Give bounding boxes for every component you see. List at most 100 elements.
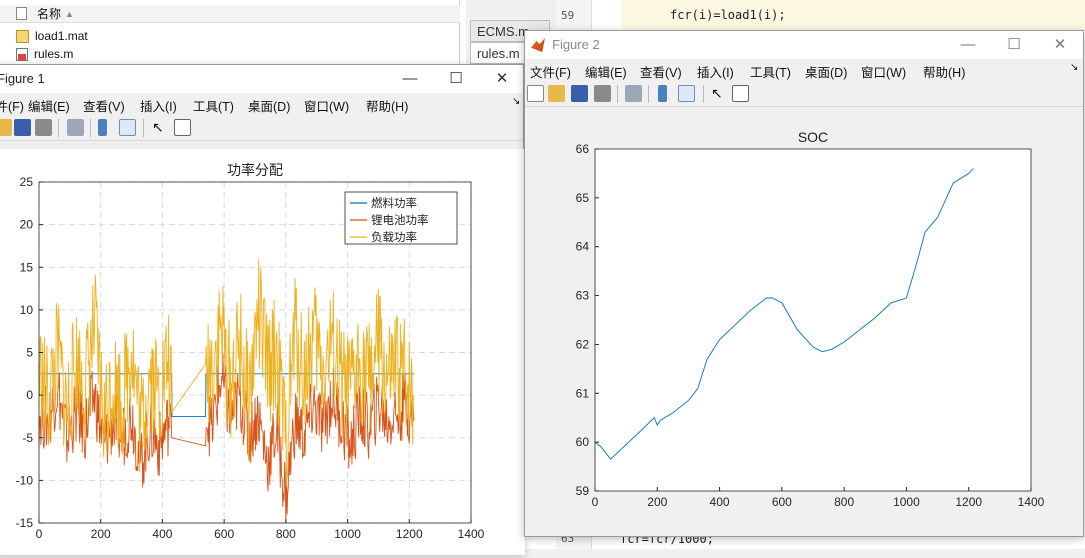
x-tick-label: 400: [152, 527, 172, 541]
property-inspector-icon[interactable]: [732, 85, 749, 102]
soc-chart[interactable]: 0 200 400 600 800 1000 1200 1400 59 60 61 62 63 64 65 6…: [525, 108, 1083, 536]
colorbar-icon[interactable]: [98, 119, 107, 136]
menu-edit[interactable]: 编辑(E): [585, 62, 627, 81]
cursor-icon[interactable]: ↖: [152, 119, 169, 136]
save-icon[interactable]: [14, 119, 31, 136]
y-tick-label: 64: [576, 240, 590, 254]
menu-view[interactable]: 查看(V): [83, 96, 125, 115]
file-icon: [16, 7, 27, 20]
legend-label: 燃料功率: [371, 196, 417, 210]
menu-window[interactable]: 窗口(W): [304, 96, 349, 115]
minimize-icon[interactable]: —: [955, 35, 981, 55]
y-tick-label: 25: [20, 175, 34, 189]
legend-label: 负载功率: [371, 230, 417, 244]
maximize-icon[interactable]: ☐: [443, 69, 469, 89]
menu-file[interactable]: 文件(F): [0, 96, 24, 115]
y-tick-label: 60: [576, 435, 590, 449]
figure1-menubar: 文件(F) 编辑(E) 查看(V) 插入(I) 工具(T) 桌面(D) 窗口(W…: [0, 93, 523, 115]
y-tick-label: 20: [20, 218, 34, 232]
line-number: 59: [561, 9, 575, 22]
menu-view[interactable]: 查看(V): [640, 62, 682, 81]
figure1-window[interactable]: Figure 1 — ☐ ✕ 文件(F) 编辑(E) 查看(V) 插入(I) 工…: [0, 64, 525, 555]
menu-desktop[interactable]: 桌面(D): [805, 62, 847, 81]
y-tick-label: -5: [22, 431, 33, 445]
property-inspector-icon[interactable]: [174, 119, 191, 136]
file-browser-header: 名称 ▲: [0, 5, 460, 23]
dock-arrow-icon[interactable]: ↘: [512, 96, 520, 107]
y-tick-label: 63: [576, 289, 590, 303]
window-title: Figure 2: [552, 37, 600, 52]
chart-title: 功率分配: [227, 162, 283, 178]
legend-icon[interactable]: [119, 119, 136, 136]
m-file-icon: [16, 47, 28, 61]
print-icon[interactable]: [594, 85, 611, 102]
dock-arrow-icon[interactable]: ↘: [1070, 62, 1078, 73]
link-plot-icon[interactable]: [67, 119, 84, 136]
code-line[interactable]: fcr(i)=load1(i);: [670, 8, 786, 22]
legend-label: 锂电池功率: [371, 213, 429, 227]
figure2-canvas[interactable]: 0 200 400 600 800 1000 1200 1400 59 60 61 62 63 64 65 6…: [525, 108, 1083, 536]
save-icon[interactable]: [571, 85, 588, 102]
x-tick-label: 800: [276, 527, 296, 541]
y-tick-label: -15: [16, 516, 34, 530]
figure2-window[interactable]: Figure 2 — ☐ ✕ 文件(F) 编辑(E) 查看(V) 插入(I) 工…: [524, 30, 1084, 537]
figure2-titlebar[interactable]: Figure 2 — ☐ ✕: [525, 31, 1083, 59]
y-tick-label: 66: [576, 142, 590, 156]
y-tick-label: -10: [16, 473, 34, 487]
x-tick-label: 1400: [458, 527, 485, 541]
x-tick-label: 200: [647, 495, 667, 509]
x-tick-label: 600: [214, 527, 234, 541]
x-tick-label: 800: [834, 495, 854, 509]
y-tick-label: 0: [26, 388, 33, 402]
link-plot-icon[interactable]: [625, 85, 642, 102]
menu-file[interactable]: 文件(F): [530, 62, 571, 81]
figure1-canvas[interactable]: 0 200 400 600 800 1000 1200 1400 -15 -10 -5 0 5 10 15 2…: [0, 149, 525, 555]
colorbar-icon[interactable]: [658, 85, 667, 102]
file-row-rules[interactable]: rules.m: [0, 45, 460, 63]
open-icon[interactable]: [0, 119, 12, 136]
x-tick-label: 600: [772, 495, 792, 509]
menu-edit[interactable]: 编辑(E): [28, 96, 70, 115]
menu-insert[interactable]: 插入(I): [140, 96, 177, 115]
figure2-toolbar: ↖: [525, 81, 1083, 107]
x-tick-label: 1000: [334, 527, 361, 541]
x-tick-label: 1400: [1018, 495, 1045, 509]
file-name: load1.mat: [35, 29, 88, 43]
close-icon[interactable]: ✕: [489, 69, 515, 89]
menu-help[interactable]: 帮助(H): [923, 62, 965, 81]
mat-file-icon: [16, 29, 29, 43]
close-icon[interactable]: ✕: [1047, 35, 1073, 55]
maximize-icon[interactable]: ☐: [1001, 35, 1027, 55]
new-figure-icon[interactable]: [527, 85, 544, 102]
x-tick-label: 200: [91, 527, 111, 541]
menu-desktop[interactable]: 桌面(D): [248, 96, 290, 115]
figure1-titlebar[interactable]: Figure 1 — ☐ ✕: [0, 65, 523, 93]
menu-tools[interactable]: 工具(T): [193, 96, 234, 115]
sort-ascending-icon[interactable]: ▲: [65, 9, 74, 19]
power-distribution-chart[interactable]: 0 200 400 600 800 1000 1200 1400 -15 -10 -5 0 5 10 15 2…: [0, 149, 525, 555]
minimize-icon[interactable]: —: [397, 69, 423, 89]
menu-window[interactable]: 窗口(W): [861, 62, 906, 81]
file-row-load1[interactable]: load1.mat: [0, 27, 460, 45]
y-tick-label: 5: [26, 346, 33, 360]
y-tick-label: 62: [576, 337, 590, 351]
open-icon[interactable]: [548, 85, 565, 102]
x-tick-label: 400: [710, 495, 730, 509]
figure1-toolbar: ↖: [0, 115, 523, 141]
print-icon[interactable]: [35, 119, 52, 136]
y-tick-label: 10: [20, 303, 34, 317]
x-tick-label: 1200: [396, 527, 423, 541]
legend-icon[interactable]: [678, 85, 695, 102]
menu-insert[interactable]: 插入(I): [697, 62, 734, 81]
matlab-logo-icon: [531, 38, 545, 52]
x-tick-label: 1200: [955, 495, 982, 509]
y-tick-label: 65: [576, 191, 590, 205]
chart-title: SOC: [798, 129, 828, 145]
window-title: Figure 1: [0, 71, 45, 86]
x-tick-label: 0: [36, 527, 43, 541]
column-header-name[interactable]: 名称: [37, 5, 61, 22]
menu-tools[interactable]: 工具(T): [750, 62, 791, 81]
cursor-icon[interactable]: ↖: [711, 85, 728, 102]
file-name: rules.m: [34, 47, 74, 61]
menu-help[interactable]: 帮助(H): [366, 96, 408, 115]
